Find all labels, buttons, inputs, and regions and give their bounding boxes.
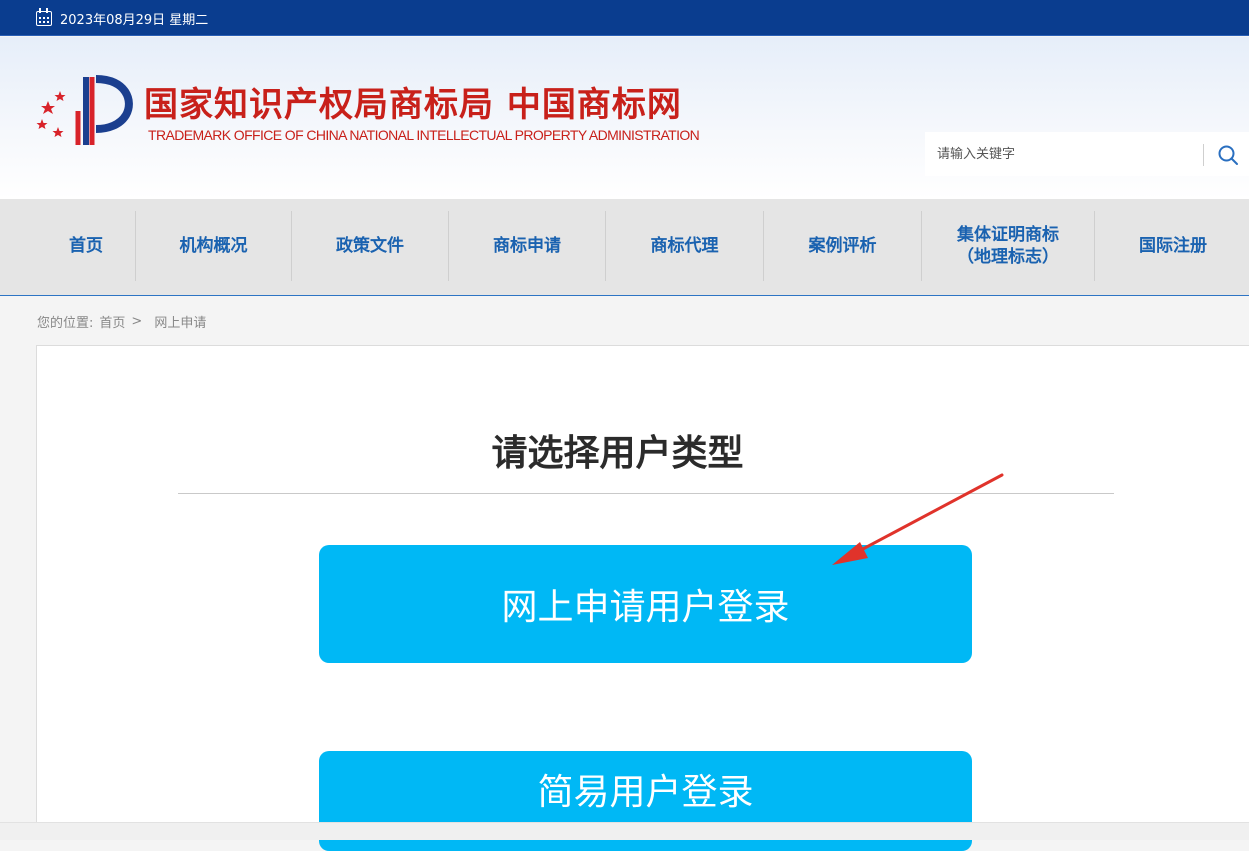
date-text: 2023年08月29日 星期二	[60, 12, 209, 28]
nav-item-home[interactable]: 首页	[36, 211, 136, 281]
nav-item-international[interactable]: 国际注册	[1095, 211, 1249, 281]
site-header: 国家知识产权局商标局 中国商标网 TRADEMARK OFFICE OF CHI…	[0, 37, 1249, 199]
search-box	[925, 132, 1249, 176]
breadcrumb-prefix: 您的位置:	[37, 315, 94, 331]
breadcrumb-home-link[interactable]: 首页	[99, 312, 125, 331]
page-title: 请选择用户类型	[491, 433, 744, 474]
nav-item-about[interactable]: 机构概况	[136, 211, 291, 281]
logo-chinese-title: 国家知识产权局商标局 中国商标网	[144, 85, 682, 125]
date-display: 2023年08月29日 星期二	[36, 7, 209, 28]
top-bar: 2023年08月29日 星期二	[0, 0, 1249, 36]
main-nav: 首页 机构概况 政策文件 商标申请 商标代理 案例评析 集体证明商标 （地理标志…	[0, 199, 1249, 296]
nav-item-application[interactable]: 商标申请	[449, 211, 605, 281]
nav-item-policy[interactable]: 政策文件	[292, 211, 448, 281]
breadcrumb-current: 网上申请	[154, 315, 207, 331]
search-icon[interactable]	[1217, 144, 1239, 166]
nav-item-cases[interactable]: 案例评析	[764, 211, 921, 281]
breadcrumb-separator: >	[131, 313, 143, 329]
site-logo[interactable]: 国家知识产权局商标局 中国商标网 TRADEMARK OFFICE OF CHI…	[34, 71, 754, 151]
nav-item-agency[interactable]: 商标代理	[606, 211, 763, 281]
nav-item-geo-marks[interactable]: 集体证明商标 （地理标志）	[922, 211, 1094, 281]
search-input[interactable]	[925, 134, 1195, 174]
bottom-scroll-strip	[0, 822, 1249, 840]
search-divider	[1203, 144, 1204, 166]
emblem-icon	[36, 75, 133, 145]
logo-english-title: TRADEMARK OFFICE OF CHINA NATIONAL INTEL…	[148, 127, 700, 143]
calendar-icon	[36, 7, 52, 26]
annotation-arrow-icon	[832, 473, 1004, 565]
breadcrumb: 您的位置: 首页 > 网上申请	[37, 312, 207, 331]
user-type-panel: 请选择用户类型 网上申请用户登录 简易用户登录	[36, 345, 1249, 851]
